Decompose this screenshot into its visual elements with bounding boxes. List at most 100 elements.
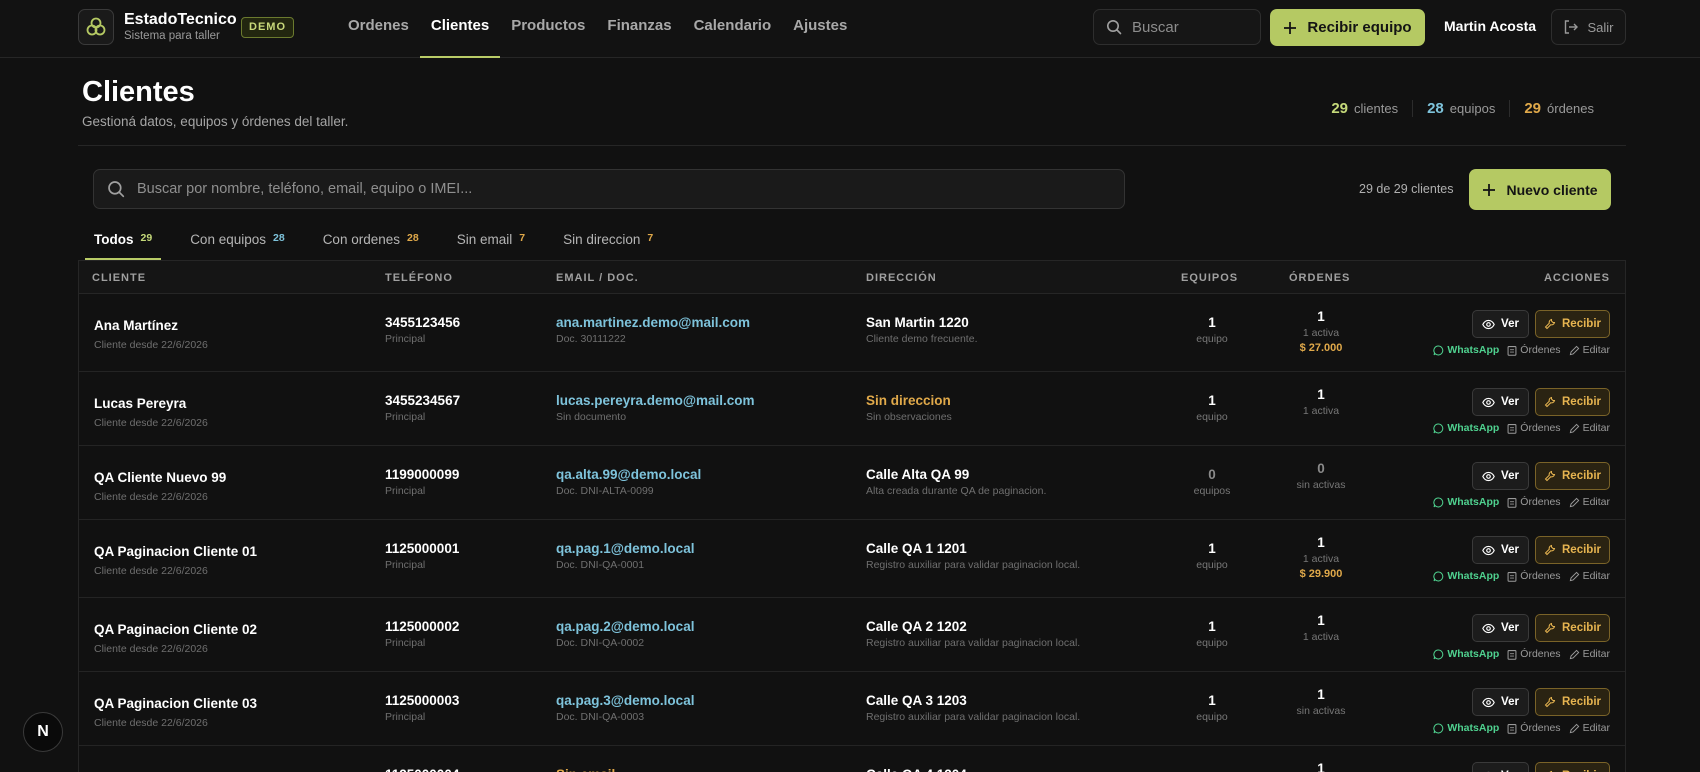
whatsapp-link[interactable]: WhatsApp [1433,344,1499,356]
whatsapp-link[interactable]: WhatsApp [1433,422,1499,434]
client-email[interactable]: qa.pag.1@demo.local [556,541,694,556]
receive-button[interactable]: Recibir [1535,688,1610,716]
filter-tabs: Todos 29 Con equipos 28 Con ordenes 28 S… [85,226,662,260]
table-row[interactable]: Ana Martínez Cliente desde 22/6/2026 345… [79,294,1625,372]
client-name[interactable]: QA Paginacion Cliente 02 [94,622,257,637]
whatsapp-link[interactable]: WhatsApp [1433,648,1499,660]
equipment-count: 1 [1208,619,1216,634]
tab-count: 28 [407,232,419,244]
client-email[interactable]: qa.alta.99@demo.local [556,467,701,482]
search-icon [108,181,125,198]
tab-count: 7 [519,232,526,244]
tab-sin-direccion[interactable]: Sin direccion 7 [554,226,662,260]
client-doc: Doc. DNI-QA-0002 [556,637,645,649]
equipment-label: equipo [1196,711,1228,723]
table-row[interactable]: Lucas Pereyra Cliente desde 22/6/2026 34… [79,372,1625,446]
app-logo[interactable] [78,9,114,45]
receive-button[interactable]: Recibir [1535,310,1610,338]
orders-link[interactable]: Órdenes [1507,570,1561,582]
edit-link[interactable]: Editar [1569,570,1610,582]
view-button[interactable]: Ver [1472,688,1529,716]
email-cell: ana.martinez.demo@mail.com Doc. 30111222 [556,315,750,345]
phone-type: Principal [385,637,426,649]
client-name[interactable]: QA Cliente Nuevo 99 [94,470,226,485]
app-subtitle: Sistema para taller [124,30,220,42]
view-button[interactable]: Ver [1472,388,1529,416]
table-row[interactable]: QA Paginacion Cliente 02 Cliente desde 2… [79,598,1625,672]
receive-button[interactable]: Recibir [1535,388,1610,416]
action-links: WhatsApp Órdenes Editar [1350,570,1610,582]
client-since: Cliente desde 22/6/2026 [94,417,208,429]
page-subtitle: Gestioná datos, equipos y órdenes del ta… [82,114,349,129]
client-name[interactable]: Ana Martínez [94,318,208,333]
orders-link[interactable]: Órdenes [1507,344,1561,356]
nav-ordenes[interactable]: Ordenes [337,0,420,58]
receive-equipment-button[interactable]: Recibir equipo [1270,9,1425,46]
orders-link[interactable]: Órdenes [1507,422,1561,434]
receive-button[interactable]: Recibir [1535,462,1610,490]
address-cell: Calle QA 2 1202 Registro auxiliar para v… [866,619,1080,649]
view-button[interactable]: Ver [1472,614,1529,642]
client-email[interactable]: lucas.pereyra.demo@mail.com [556,393,755,408]
client-cell: QA Paginacion Cliente 01 Cliente desde 2… [94,544,257,577]
user-name[interactable]: Martin Acosta [1444,18,1536,34]
view-button[interactable]: Ver [1472,536,1529,564]
receive-button[interactable]: Recibir [1535,762,1610,772]
edit-link[interactable]: Editar [1569,344,1610,356]
tab-todos[interactable]: Todos 29 [85,226,162,260]
whatsapp-link[interactable]: WhatsApp [1433,570,1499,582]
orders-link-label: Órdenes [1520,422,1561,434]
client-email[interactable]: ana.martinez.demo@mail.com [556,315,750,330]
equipment-label: equipo [1196,411,1228,423]
orders-link[interactable]: Órdenes [1507,648,1561,660]
table-row[interactable]: QA Paginacion Cliente 01 Cliente desde 2… [79,520,1625,598]
table-row[interactable]: QA Cliente Nuevo 99 Cliente desde 22/6/2… [79,446,1625,520]
orders-link[interactable]: Órdenes [1507,496,1561,508]
actions-cell: Ver Recibir WhatsApp Órdenes Editar [1350,388,1610,434]
wrench-icon [1544,622,1556,634]
nav-ajustes[interactable]: Ajustes [782,0,858,58]
table-body: Ana Martínez Cliente desde 22/6/2026 345… [79,294,1625,772]
edit-link[interactable]: Editar [1569,722,1610,734]
address-note: Registro auxiliar para validar paginacio… [866,559,1081,571]
receive-button[interactable]: Recibir [1535,536,1610,564]
logout-button[interactable]: Salir [1551,9,1626,45]
client-cell: QA Paginacion Cliente 03 Cliente desde 2… [94,696,257,729]
tab-con-ordenes[interactable]: Con ordenes 28 [314,226,428,260]
email-cell: Sin email [556,767,615,772]
client-name[interactable]: Lucas Pereyra [94,396,208,411]
new-client-button[interactable]: Nuevo cliente [1469,169,1611,210]
table-row[interactable]: QA Paginacion Cliente 03 Cliente desde 2… [79,672,1625,746]
address-cell: Calle QA 1 1201 Registro auxiliar para v… [866,541,1080,571]
nav-finanzas[interactable]: Finanzas [596,0,682,58]
edit-link[interactable]: Editar [1569,648,1610,660]
dev-tools-badge[interactable]: N [23,712,63,752]
client-name[interactable]: QA Paginacion Cliente 01 [94,544,257,559]
orders-link[interactable]: Órdenes [1507,722,1561,734]
client-name[interactable]: QA Paginacion Cliente 03 [94,696,257,711]
view-button[interactable]: Ver [1472,462,1529,490]
client-email[interactable]: qa.pag.3@demo.local [556,693,694,708]
client-email[interactable]: Sin email [556,767,615,772]
client-address: San Martin 1220 [866,315,969,330]
client-email[interactable]: qa.pag.2@demo.local [556,619,694,634]
view-button[interactable]: Ver [1472,310,1529,338]
view-button[interactable]: Ver [1472,762,1529,772]
nav-productos[interactable]: Productos [500,0,596,58]
edit-link[interactable]: Editar [1569,496,1610,508]
receive-button[interactable]: Recibir [1535,614,1610,642]
tab-sin-email[interactable]: Sin email 7 [448,226,534,260]
edit-link[interactable]: Editar [1569,422,1610,434]
action-buttons: Ver Recibir [1350,310,1610,338]
nav-clientes[interactable]: Clientes [419,0,501,58]
whatsapp-icon [1433,723,1444,733]
action-buttons: Ver Recibir [1350,462,1610,490]
tab-con-equipos[interactable]: Con equipos 28 [181,226,294,260]
whatsapp-link[interactable]: WhatsApp [1433,496,1499,508]
whatsapp-link[interactable]: WhatsApp [1433,722,1499,734]
top-search-input[interactable]: Buscar [1093,9,1261,45]
nav-calendario[interactable]: Calendario [683,0,783,58]
client-search-input[interactable]: Buscar por nombre, teléfono, email, equi… [93,169,1125,209]
tab-count: 29 [140,232,153,244]
table-row[interactable]: QA Paginacion Cliente 04 1125000004 Sin … [79,746,1625,772]
